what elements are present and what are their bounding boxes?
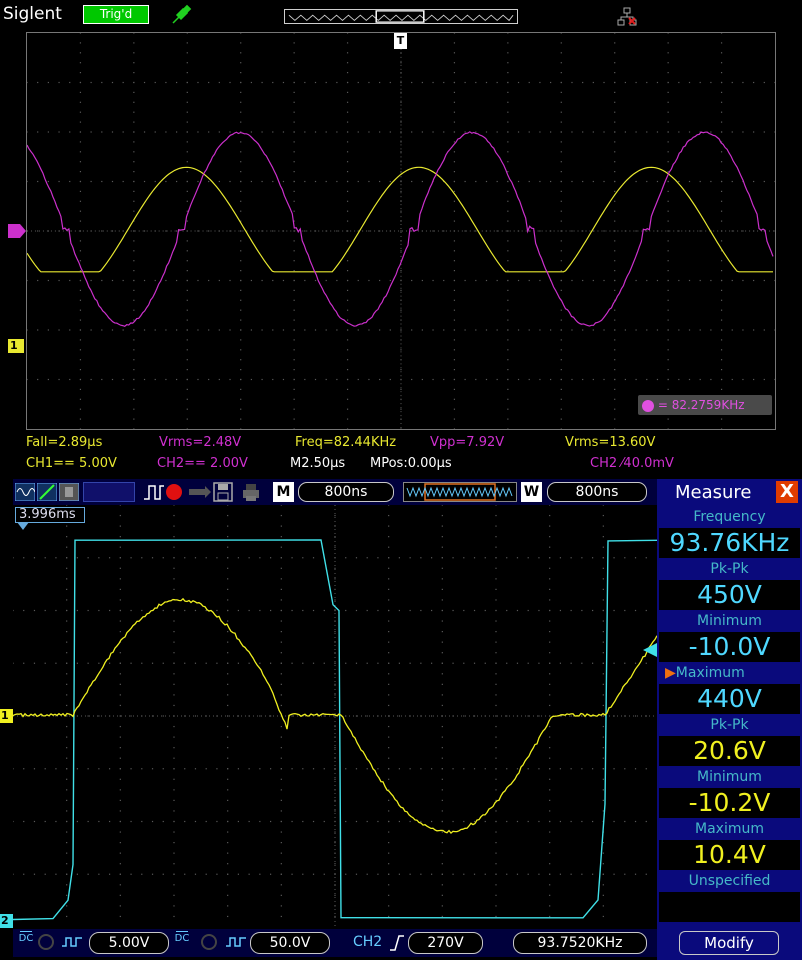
ch1-scale: CH1== 5.00V	[26, 456, 117, 472]
scope2-waveform-display	[13, 505, 657, 927]
window-timebase-field[interactable]: 800ns	[547, 482, 647, 502]
persist-icon[interactable]	[59, 483, 79, 501]
frequency-counter-readout: = 82.2759KHz	[638, 395, 772, 415]
bw-limit-icon	[38, 934, 54, 950]
measure-label: Pk-Pk	[657, 559, 802, 579]
measure-label: Pk-Pk	[657, 715, 802, 735]
trigger-frequency-field: 93.7520KHz	[513, 932, 647, 954]
ch1-ground-marker-bottom: 1	[0, 709, 13, 723]
ch2-ground-marker-bottom: 2	[0, 914, 13, 928]
print-icon[interactable]	[241, 482, 261, 502]
cursor-marker-icon	[17, 522, 29, 530]
save-icon[interactable]	[213, 482, 233, 502]
brand-label: Siglent	[3, 4, 62, 24]
measure-label: Minimum	[657, 611, 802, 631]
measure-label: Minimum	[657, 767, 802, 787]
trigger-status-badge: Trig'd	[83, 5, 149, 24]
freq-measure: Freq=82.44KHz	[295, 435, 396, 451]
line-draw-icon[interactable]	[37, 483, 57, 501]
fall-measure: Fall=2.89µs	[26, 435, 102, 451]
trigger-icon	[642, 400, 654, 412]
zoom-window-bar[interactable]	[403, 482, 517, 502]
measure-panel: Measure X Frequency 93.76KHz Pk-Pk 450V Mini…	[657, 479, 802, 960]
main-timebase-field[interactable]: 800ns	[298, 482, 394, 502]
measure-value[interactable]: 20.6V	[659, 736, 800, 766]
usb-icon	[170, 4, 192, 26]
scope2-status-bar: DC 5.00V DC 50.0V CH2 270V 93.7520KHz	[13, 929, 657, 957]
ch2-invert-icon	[225, 935, 247, 949]
measure-value[interactable]: 10.4V	[659, 840, 800, 870]
close-icon[interactable]: X	[776, 481, 798, 503]
ch2-coupling: DC	[173, 931, 191, 944]
scope1-grid	[26, 32, 775, 429]
measure-value[interactable]: 93.76KHz	[659, 528, 800, 558]
timebase: M2.50µs	[290, 456, 345, 472]
ch2-scale: CH2== 2.00V	[157, 456, 248, 472]
ch1-waveform-top	[27, 167, 773, 271]
m-key-button[interactable]: M	[273, 482, 294, 502]
cursor-time-label: 3.996ms	[15, 507, 85, 523]
waveform-icon[interactable]	[15, 483, 35, 501]
w-key-button[interactable]: W	[521, 482, 542, 502]
rising-edge-icon	[389, 934, 405, 952]
vrms-ch1-measure: Vrms=13.60V	[565, 435, 655, 451]
scope2-toolbar: M 800ns W 800ns	[13, 479, 657, 505]
ch1-ground-marker: 1	[8, 339, 24, 353]
measure-label: Frequency	[657, 507, 802, 527]
arrow-icon[interactable]	[187, 483, 211, 501]
ch2-ground-marker	[8, 224, 26, 238]
measure-label: Maximum	[657, 819, 802, 839]
memory-position: MPos:0.00µs	[370, 456, 452, 472]
measure-value[interactable]: 450V	[659, 580, 800, 610]
vpp-measure: Vpp=7.92V	[430, 435, 504, 451]
trigger-position-marker: T	[394, 33, 407, 49]
network-disconnected-icon	[617, 7, 637, 27]
ch1-invert-icon	[61, 935, 83, 949]
modify-button[interactable]: Modify	[679, 931, 779, 955]
measure-value[interactable]: -10.0V	[659, 632, 800, 662]
trigger-level-marker	[643, 643, 657, 657]
scope1-header: Siglent Trig'd	[0, 0, 802, 30]
pulse-icon[interactable]	[143, 483, 165, 501]
color-swatch[interactable]	[83, 482, 135, 502]
bw-limit-icon-ch2	[201, 934, 217, 950]
memory-position-bar	[284, 9, 518, 24]
trigger-setting: CH2 ⁄40.0mV	[590, 456, 674, 472]
measurement-row-1: Fall=2.89µs Vrms=2.48V Freq=82.44KHz Vpp…	[26, 435, 786, 451]
measure-value[interactable]	[659, 892, 800, 922]
measure-label: Unspecified	[657, 871, 802, 891]
vrms-ch2-measure: Vrms=2.48V	[159, 435, 241, 451]
ch2-waveform-top	[27, 132, 773, 327]
measure-label: ▶Maximum	[657, 663, 802, 683]
scope1-waveform-display	[26, 32, 776, 430]
record-icon[interactable]	[165, 483, 183, 501]
measurement-row-2: CH1== 5.00V CH2== 2.00V M2.50µs MPos:0.0…	[26, 456, 786, 472]
trigger-source: CH2	[353, 934, 382, 950]
trigger-level-field[interactable]: 270V	[408, 932, 483, 954]
ch1-coupling: DC	[17, 931, 35, 944]
measure-value[interactable]: -10.2V	[659, 788, 800, 818]
scope2-grid	[13, 505, 657, 927]
ch1-scale-field[interactable]: 5.00V	[89, 932, 169, 954]
measure-value[interactable]: 440V	[659, 684, 800, 714]
ch2-scale-field[interactable]: 50.0V	[250, 932, 330, 954]
